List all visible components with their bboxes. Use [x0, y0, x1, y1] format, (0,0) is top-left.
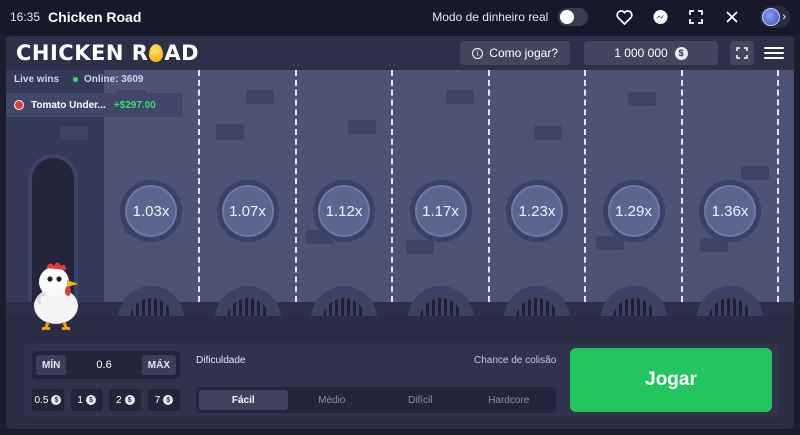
- real-money-toggle[interactable]: [558, 8, 589, 26]
- multiplier-tile[interactable]: 1.29x: [602, 180, 665, 242]
- live-win-player: Tomato Under...: [31, 99, 106, 111]
- live-wins-label: Live wins: [14, 73, 60, 85]
- quick-bet-chip[interactable]: 1 $: [70, 389, 103, 411]
- live-win-amount: +$297.00: [113, 99, 156, 111]
- lane-divider: [294, 70, 297, 302]
- manhole-grate: [118, 286, 184, 316]
- wall-brick: [60, 126, 88, 140]
- chicken-road-logo: CHICKEN R AD: [16, 41, 199, 65]
- close-icon[interactable]: [722, 7, 742, 27]
- difficulty-selector: Fácil Médio Difícil Hardcore: [196, 387, 556, 413]
- difficulty-tab-medium[interactable]: Médio: [288, 390, 377, 410]
- player-flag-icon: [14, 100, 24, 110]
- live-wins-bar: Live wins Online: 3609: [6, 70, 186, 88]
- multiplier-tile[interactable]: 1.17x: [409, 180, 472, 242]
- coin-icon: $: [124, 395, 135, 405]
- wall-brick: [246, 90, 274, 104]
- quick-bet-chip[interactable]: 2 $: [109, 389, 142, 411]
- fullscreen-icon[interactable]: [686, 7, 706, 27]
- chevron-right-icon: ›: [782, 11, 786, 23]
- wall-brick: [741, 166, 769, 180]
- manhole-grate: [600, 286, 667, 316]
- quick-bet-value: 7: [154, 394, 161, 406]
- lane-divider: [487, 70, 490, 302]
- quick-bet-chips: 0.5 $ 1 $ 2 $ 7 $: [32, 389, 180, 411]
- profile-menu[interactable]: ›: [760, 6, 790, 28]
- manhole-grate: [504, 286, 570, 316]
- info-icon: i: [472, 47, 484, 59]
- online-dot-icon: [73, 76, 79, 82]
- multiplier-tile[interactable]: 1.07x: [216, 180, 279, 242]
- wall-brick: [406, 240, 434, 254]
- toggle-knob: [560, 10, 575, 24]
- egg-icon: [149, 44, 164, 62]
- multiplier-tile[interactable]: 1.23x: [506, 180, 568, 242]
- balance-display: 1 000 000 $: [584, 41, 718, 65]
- control-panel: MÍN 0.6 MÁX 0.5 $ 1 $ 2 $ 7 $ Dificuldade Ch…: [24, 343, 779, 417]
- wall-brick: [534, 126, 562, 140]
- balance-value: 1 000 000: [614, 46, 668, 60]
- min-bet-button[interactable]: MÍN: [36, 355, 67, 375]
- chicken-character-icon: [34, 262, 78, 330]
- logo-text-right: AD: [164, 41, 200, 65]
- manhole-grate: [311, 286, 377, 316]
- menu-line: [764, 57, 784, 59]
- coin-icon: $: [674, 46, 688, 60]
- wall-brick: [446, 90, 474, 104]
- manhole-grate: [697, 286, 763, 316]
- quick-bet-chip[interactable]: 7 $: [147, 389, 180, 411]
- avatar: [762, 8, 781, 26]
- real-money-mode-label: Modo de dinheiro real: [432, 10, 549, 24]
- expand-icon: [736, 47, 748, 59]
- quick-bet-chip[interactable]: 0.5 $: [32, 389, 64, 411]
- lane-divider: [198, 70, 200, 302]
- live-win-entry: Tomato Under... +$297.00: [6, 93, 182, 117]
- quick-bet-value: 2: [116, 394, 122, 406]
- quick-bet-value: 1: [77, 394, 83, 406]
- game-header: CHICKEN R AD i Como jogar? 1 000 000 $: [6, 36, 794, 70]
- game-frame: CHICKEN R AD i Como jogar? 1 000 000 $ 1.…: [6, 36, 794, 429]
- heart-icon[interactable]: [614, 7, 634, 27]
- coin-icon: $: [85, 395, 96, 405]
- max-bet-button[interactable]: MÁX: [141, 355, 176, 375]
- logo-text-left: CHICKEN R: [16, 41, 149, 65]
- difficulty-tab-hardcore[interactable]: Hardcore: [465, 390, 554, 410]
- menu-line: [764, 47, 784, 49]
- window-titlebar: 16:35 Chicken Road Modo de dinheiro real…: [0, 0, 800, 34]
- how-to-play-label: Como jogar?: [489, 46, 558, 60]
- wall-brick: [628, 92, 656, 106]
- bet-amount-input[interactable]: MÍN 0.6 MÁX: [32, 351, 180, 379]
- lane-divider: [584, 70, 586, 302]
- menu-line: [764, 52, 784, 54]
- multiplier-tile[interactable]: 1.36x: [699, 180, 761, 242]
- expand-button[interactable]: [730, 41, 754, 65]
- multiplier-tile[interactable]: 1.12x: [313, 180, 375, 242]
- wall-brick: [348, 120, 376, 134]
- wall-brick: [216, 124, 244, 140]
- bet-amount-value[interactable]: 0.6: [96, 359, 111, 371]
- window-title: Chicken Road: [48, 9, 142, 25]
- messenger-icon[interactable]: [650, 7, 670, 27]
- difficulty-label: Dificuldade: [196, 355, 246, 366]
- online-count: Online: 3609: [84, 73, 144, 85]
- difficulty-tab-easy[interactable]: Fácil: [199, 390, 288, 410]
- multiplier-tile[interactable]: 1.03x: [120, 180, 182, 242]
- clock: 16:35: [10, 10, 41, 24]
- manhole-grate: [214, 286, 281, 316]
- menu-button[interactable]: [764, 43, 784, 63]
- how-to-play-button[interactable]: i Como jogar?: [460, 41, 570, 65]
- quick-bet-value: 0.5: [34, 394, 49, 406]
- lane-divider: [777, 70, 779, 302]
- play-button[interactable]: Jogar: [570, 348, 772, 412]
- lane-divider: [391, 70, 393, 302]
- difficulty-tab-hard[interactable]: Difícil: [376, 390, 465, 410]
- lane-divider: [680, 70, 683, 302]
- coin-icon: $: [51, 395, 62, 405]
- collision-chance-label: Chance de colisão: [474, 355, 557, 366]
- coin-icon: $: [163, 395, 174, 405]
- manhole-grate: [407, 286, 474, 316]
